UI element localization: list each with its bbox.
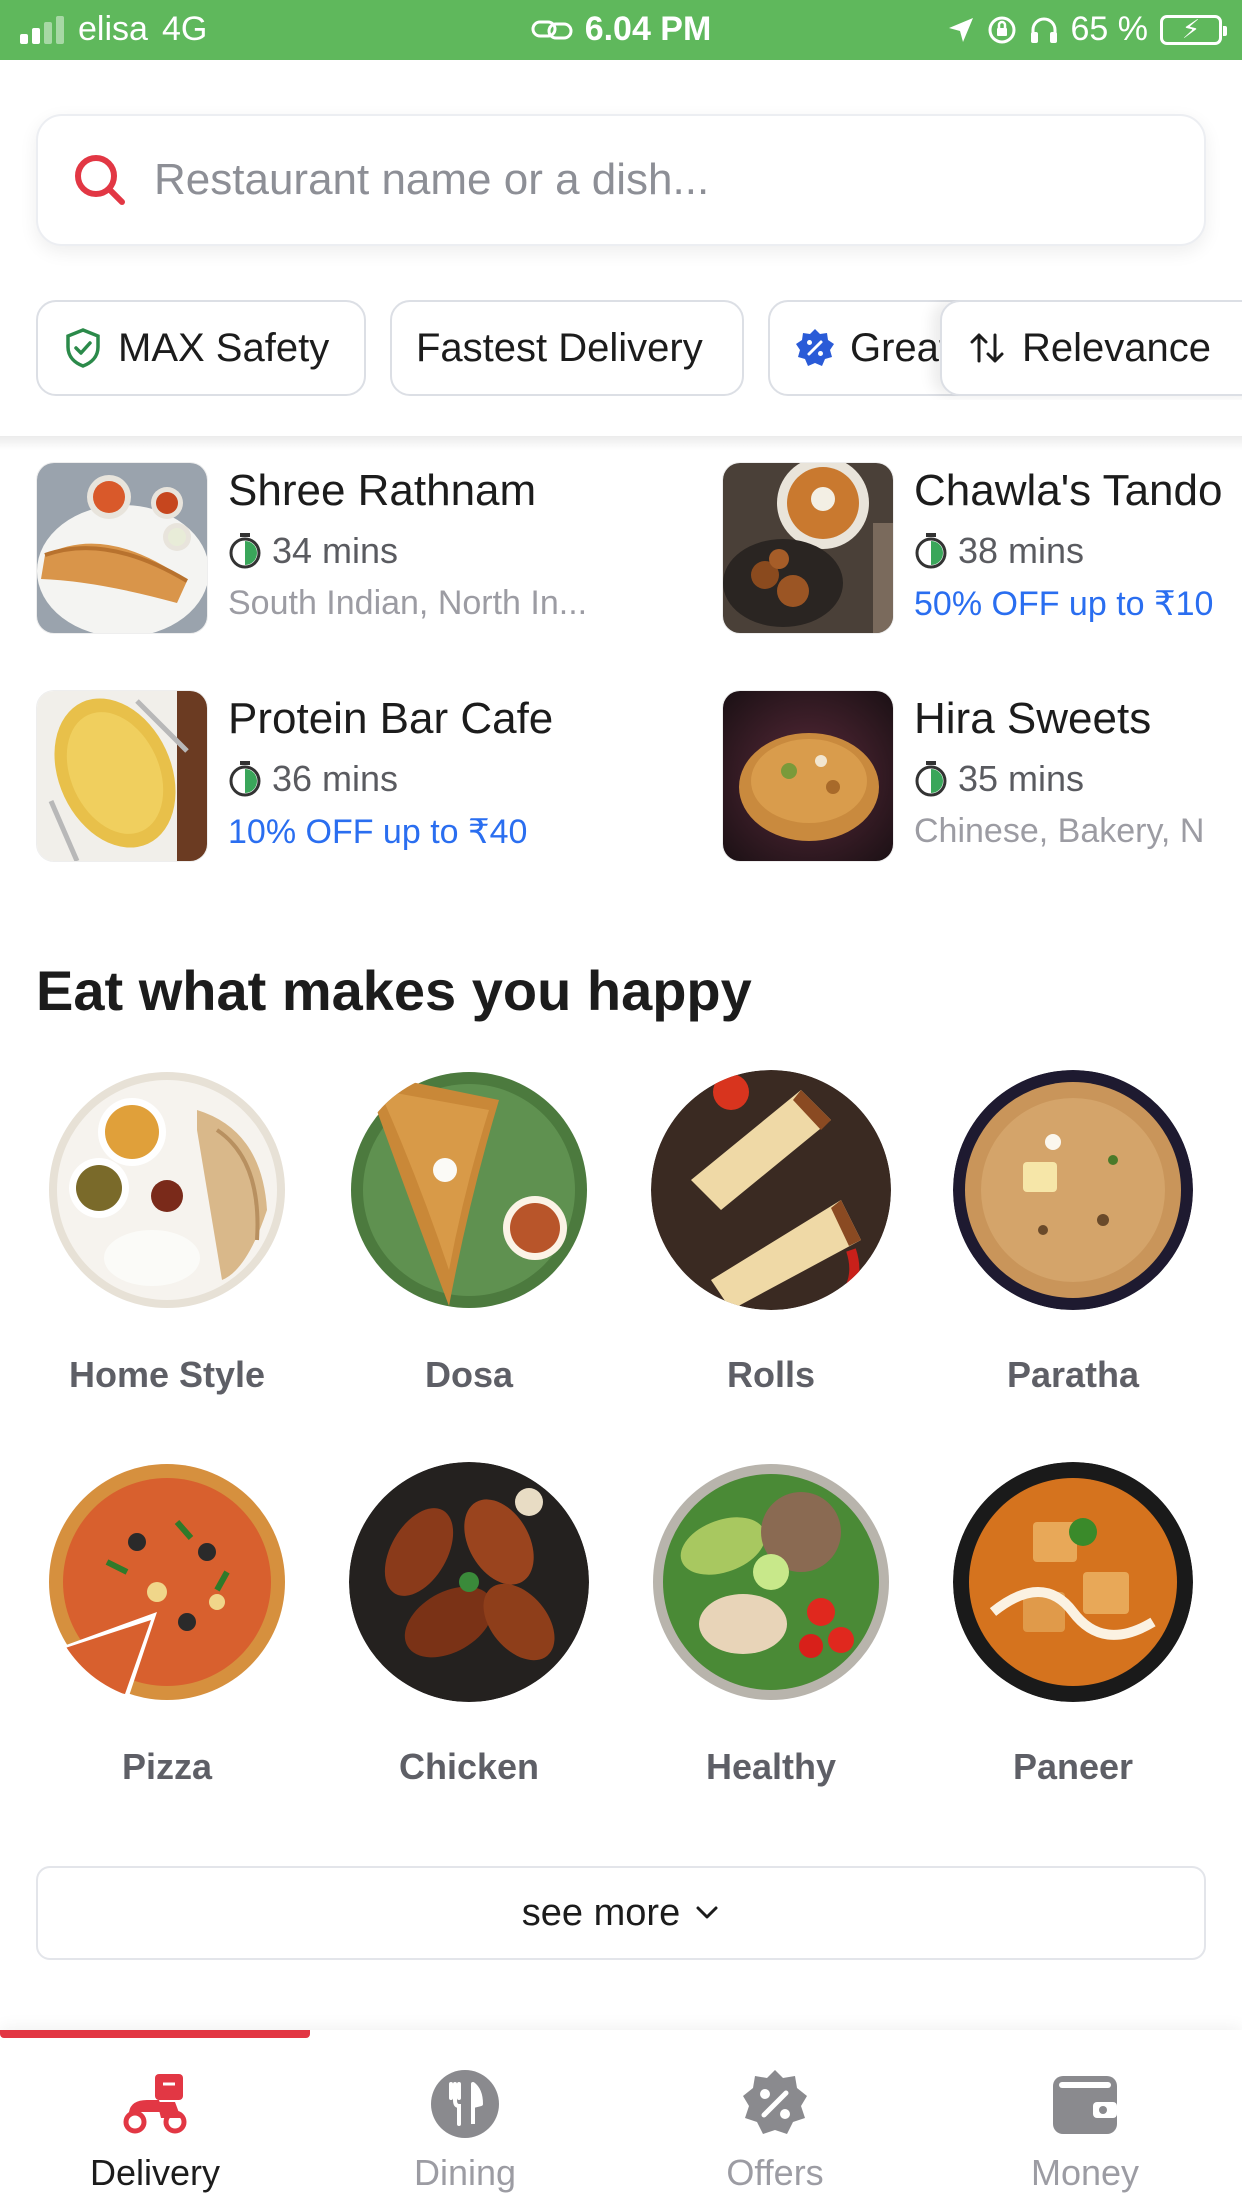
offer-badge-icon	[796, 329, 834, 366]
restaurant-card[interactable]: Shree Rathnam 34 mins South Indian, Nort…	[36, 462, 676, 634]
category-dosa[interactable]: Dosa	[318, 1070, 620, 1396]
tab-label: Delivery	[89, 2152, 221, 2193]
timer-icon	[915, 761, 947, 797]
search-icon	[75, 155, 125, 205]
category-label: Chicken	[398, 1746, 540, 1787]
scooter-icon	[123, 2074, 187, 2134]
category-image	[349, 1070, 589, 1310]
delivery-time: 38 mins	[914, 530, 1084, 572]
delivery-time: 36 mins	[228, 758, 398, 800]
delivery-time-text: 38 mins	[958, 530, 1085, 571]
category-home-style[interactable]: Home Style	[16, 1070, 318, 1396]
percent-badge-icon	[743, 2070, 807, 2134]
filter-label: Relevance	[1022, 325, 1212, 370]
filter-label: Fastest Delivery	[416, 325, 703, 370]
tab-label: Money	[1030, 2152, 1140, 2193]
tab-dining[interactable]: Dining	[310, 2066, 620, 2194]
category-image	[953, 1462, 1193, 1702]
link-icon	[531, 20, 573, 39]
battery-icon: ⚡	[1160, 14, 1227, 45]
category-label: Healthy	[705, 1746, 837, 1787]
category-image	[47, 1070, 287, 1310]
location-arrow-icon	[948, 17, 973, 42]
clock: 6.04 PM	[584, 10, 712, 48]
category-rolls[interactable]: Rolls	[620, 1070, 922, 1396]
restaurant-card[interactable]: Hira Sweets 35 mins Chinese, Bakery, N	[722, 690, 1242, 862]
search-placeholder: Restaurant name or a dish...	[154, 155, 710, 204]
delivery-time-text: 36 mins	[272, 758, 399, 799]
shield-check-icon	[66, 328, 100, 368]
category-image	[349, 1462, 589, 1702]
delivery-time: 34 mins	[228, 530, 398, 572]
category-image	[651, 1070, 891, 1310]
filter-label: MAX Safety	[118, 325, 330, 370]
restaurant-name: Hira Sweets	[914, 694, 1152, 743]
bottom-navigation: Delivery Dining Offers Money	[0, 2030, 1242, 2208]
category-label: Home Style	[68, 1354, 266, 1395]
chevron-down-icon	[696, 1906, 718, 1919]
category-paratha[interactable]: Paratha	[922, 1070, 1224, 1396]
restaurant-cuisine: South Indian, North In...	[228, 584, 588, 622]
tab-offers[interactable]: Offers	[620, 2066, 930, 2194]
restaurant-image	[722, 690, 894, 862]
see-more-label: see more	[521, 1891, 681, 1934]
delivery-time-text: 34 mins	[272, 530, 399, 571]
status-bar: elisa 4G 6.04 PM 65 % ⚡	[0, 0, 1242, 60]
restaurant-offer: 10% OFF up to ₹40	[228, 813, 528, 851]
filter-max-safety[interactable]: MAX Safety	[36, 300, 366, 396]
cutlery-icon	[431, 2070, 499, 2138]
sort-relevance[interactable]: Relevance	[940, 300, 1242, 396]
restaurant-image	[722, 462, 894, 634]
tab-label: Dining	[413, 2152, 517, 2193]
filter-fastest-delivery[interactable]: Fastest Delivery	[390, 300, 744, 396]
divider	[0, 436, 1242, 450]
restaurant-image	[36, 462, 208, 634]
delivery-time-text: 35 mins	[958, 758, 1085, 799]
timer-icon	[229, 533, 261, 569]
delivery-time: 35 mins	[914, 758, 1084, 800]
restaurant-name: Shree Rathnam	[228, 466, 537, 515]
filter-chips: MAX Safety Fastest Delivery Great Releva…	[0, 300, 1242, 400]
restaurant-name: Chawla's Tando	[914, 466, 1223, 515]
restaurant-cuisine: Chinese, Bakery, N	[914, 812, 1205, 850]
restaurant-card[interactable]: Protein Bar Cafe 36 mins 10% OFF up to ₹…	[36, 690, 676, 862]
category-paneer[interactable]: Paneer	[922, 1462, 1224, 1788]
wallet-icon	[1053, 2076, 1117, 2134]
category-healthy[interactable]: Healthy	[620, 1462, 922, 1788]
category-label: Pizza	[121, 1746, 213, 1787]
tab-label: Offers	[726, 2152, 824, 2193]
category-label: Paneer	[1012, 1746, 1134, 1787]
restaurant-card[interactable]: Chawla's Tando 38 mins 50% OFF up to ₹10	[722, 462, 1242, 634]
headphones-icon	[1030, 17, 1057, 43]
category-image	[651, 1462, 891, 1702]
battery-percent: 65 %	[1070, 10, 1149, 48]
orientation-lock-icon	[988, 16, 1015, 43]
tab-money[interactable]: Money	[930, 2066, 1240, 2194]
category-chicken[interactable]: Chicken	[318, 1462, 620, 1788]
category-label: Rolls	[726, 1354, 815, 1395]
timer-icon	[915, 533, 947, 569]
restaurant-offer: 50% OFF up to ₹10	[914, 585, 1214, 623]
section-title: Eat what makes you happy	[36, 959, 752, 1022]
category-label: Dosa	[424, 1354, 514, 1395]
active-tab-indicator	[0, 2030, 310, 2038]
restaurant-name: Protein Bar Cafe	[228, 694, 554, 743]
category-label: Paratha	[1006, 1354, 1140, 1395]
restaurant-image	[36, 690, 208, 862]
sort-icon	[970, 333, 1004, 363]
search-input[interactable]: Restaurant name or a dish...	[36, 114, 1206, 246]
category-image	[953, 1070, 1193, 1310]
tab-delivery[interactable]: Delivery	[0, 2066, 310, 2194]
filter-label: Great	[850, 325, 951, 370]
see-more-button[interactable]: see more	[36, 1866, 1206, 1960]
category-image	[47, 1462, 287, 1702]
category-pizza[interactable]: Pizza	[16, 1462, 318, 1788]
timer-icon	[229, 761, 261, 797]
